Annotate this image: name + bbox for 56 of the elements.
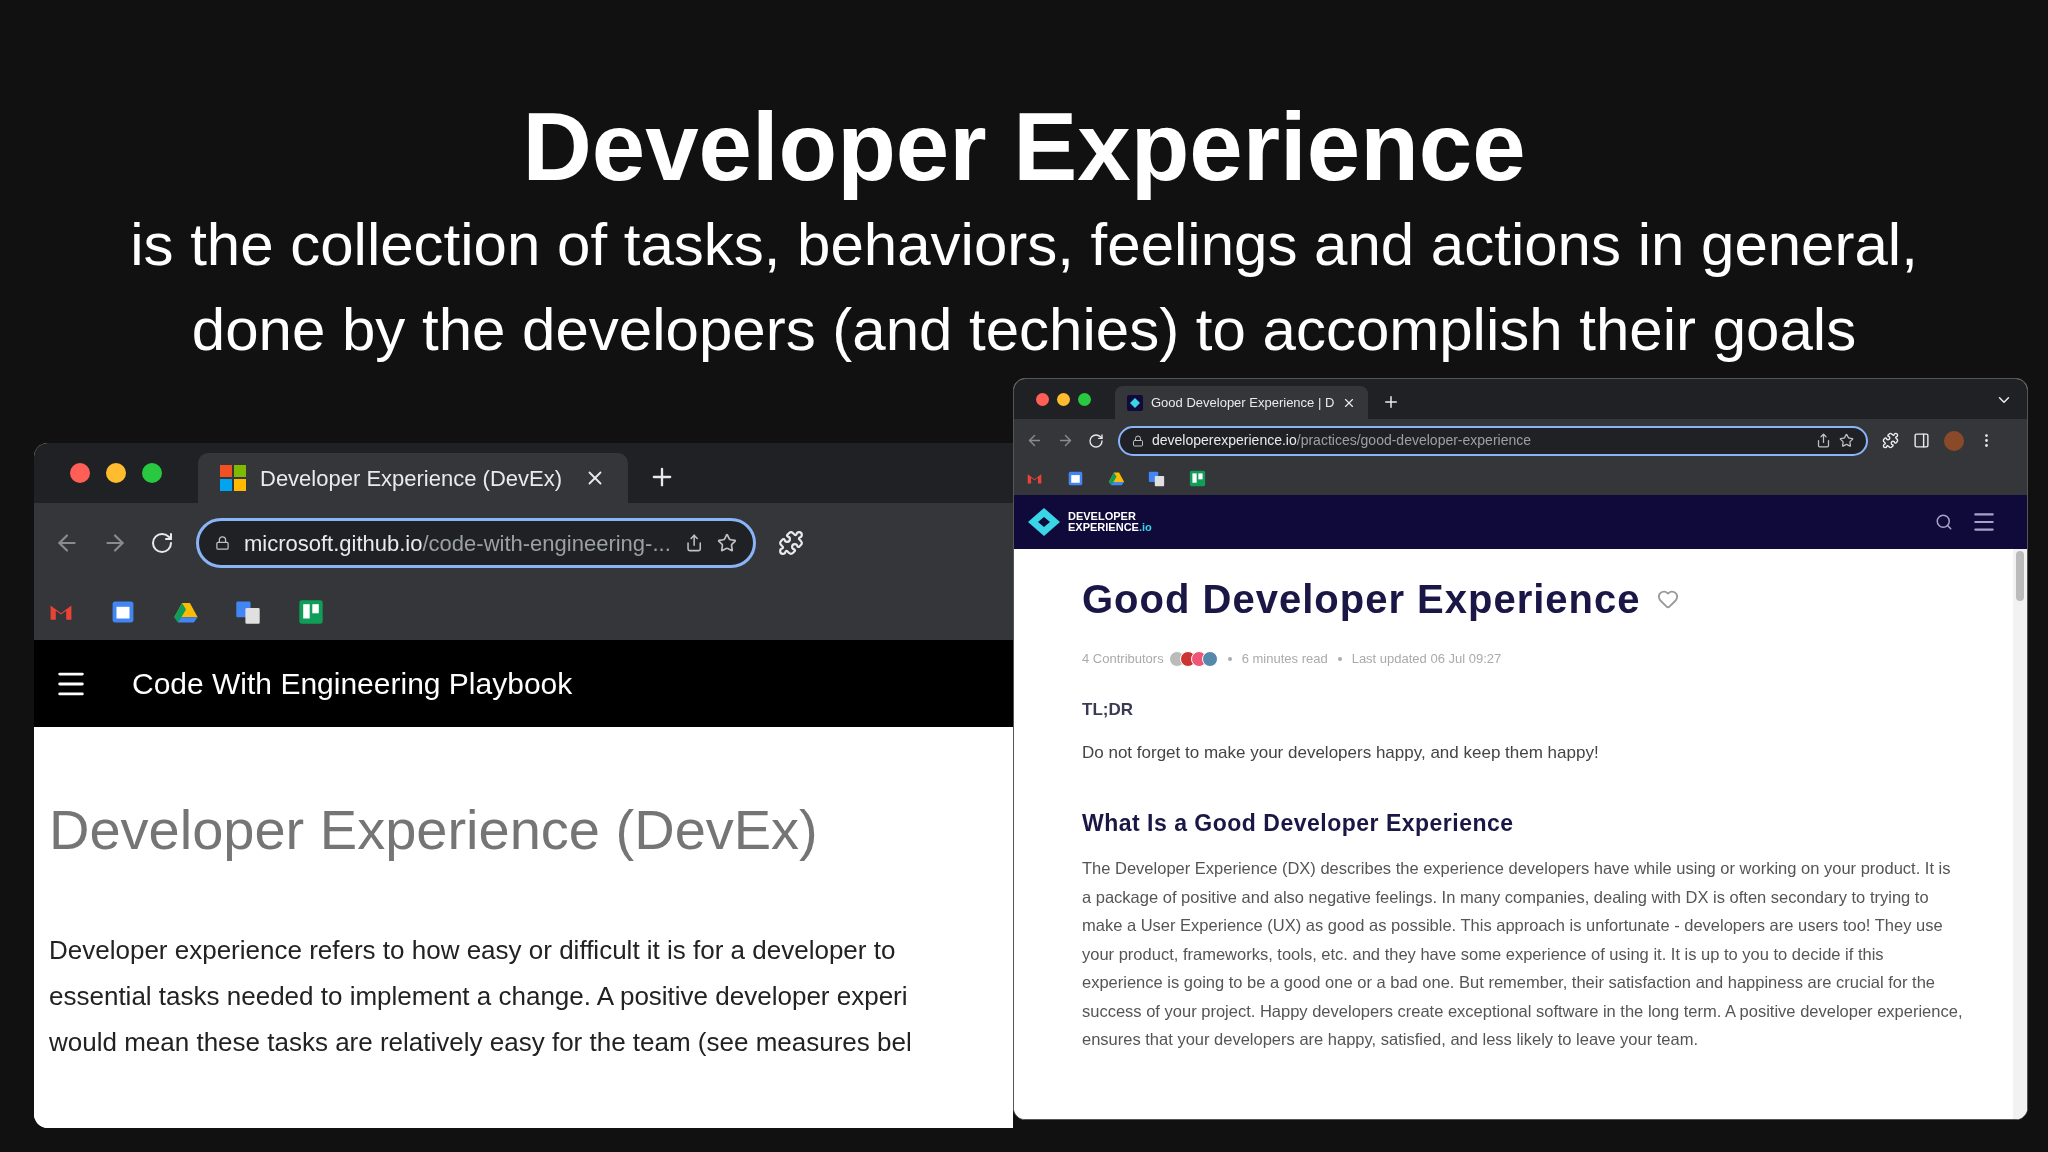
reload-icon[interactable]	[1088, 432, 1104, 449]
translate-bookmark-icon[interactable]	[1148, 470, 1166, 487]
browser-tab[interactable]: Good Developer Experience | D	[1115, 386, 1369, 419]
share-icon[interactable]	[1816, 433, 1831, 448]
section-paragraph: The Developer Experience (DX) describes the experience developers have while using or working on your product. It is a package of positive and also negative feelings. In many companies, dealing with DX is often secondary to trying to make a User Experience (UX) as good as possible. This approach is unfortunate - developers are users too! They use your product, frameworks, tools, etc. and they have some experience of using it. It is up to you to decide if this experience is going to be a good one or a bad one. But remember, their satisfaction and happiness are crucial for the success of your project. Happy developers create exceptional software in the long term. A positive developer experience, ensures that your developers are happy, satisfied, and less likely to leave your team.	[1082, 858, 1963, 1050]
close-window-button[interactable]	[70, 463, 90, 483]
tab-title: Developer Experience (DevEx)	[260, 464, 563, 493]
slide-subtitle: is the collection of tasks, behaviors, feelings and actions in general,	[130, 210, 1918, 280]
bookmark-star-icon[interactable]	[1839, 433, 1854, 448]
page-heading: Developer Experience (DevEx)	[49, 797, 819, 863]
tab-title: Good Developer Experience | D	[1151, 393, 1335, 412]
url-text: developerexperience.io/practices/good-developer-experience	[1152, 431, 1531, 450]
share-icon[interactable]	[684, 532, 704, 554]
board-bookmark-icon[interactable]	[1189, 470, 1207, 487]
favorite-icon[interactable]	[1656, 588, 1679, 610]
browser-tab[interactable]: Developer Experience (DevEx)	[198, 453, 629, 503]
calendar-bookmark-icon[interactable]	[1066, 470, 1084, 487]
logo-text: EXPERIENCE.io	[1068, 522, 1152, 533]
slide-title: Developer Experience	[522, 92, 1526, 202]
contributor-avatar	[1201, 650, 1218, 667]
contributors-count: 4 Contributors	[1082, 650, 1164, 668]
article-title: Good Developer Experience	[1082, 576, 1641, 623]
address-bar[interactable]: microsoft.github.io/code-with-engineering-...	[196, 518, 756, 568]
diamond-icon	[1127, 394, 1143, 411]
side-panel-icon[interactable]	[1913, 432, 1930, 449]
section-heading: What Is a Good Developer Experience	[1082, 808, 1515, 838]
maximize-window-button[interactable]	[142, 463, 162, 483]
lock-icon	[215, 534, 230, 552]
tldr-label: TL;DR	[1082, 698, 1134, 721]
extensions-icon[interactable]	[778, 530, 804, 556]
last-updated: Last updated 06 Jul 09:27	[1351, 650, 1502, 668]
lock-icon	[1132, 434, 1144, 447]
url-text: microsoft.github.io/code-with-engineering-...	[243, 529, 671, 558]
maximize-window-button[interactable]	[1078, 392, 1091, 406]
paragraph-line: essential tasks needed to implement a change. A positive developer experi	[49, 980, 909, 1013]
minimize-window-button[interactable]	[1057, 392, 1070, 406]
logo-text: DEVELOPER	[1068, 511, 1137, 522]
close-window-button[interactable]	[1036, 392, 1049, 406]
triangle-bookmark-icon[interactable]	[1107, 470, 1125, 487]
search-icon[interactable]	[1935, 513, 1953, 531]
extensions-icon[interactable]	[1882, 432, 1899, 449]
diamond-logo-icon	[1028, 508, 1060, 536]
reload-icon[interactable]	[150, 531, 174, 555]
slide-subtitle: done by the developers (and techies) to accomplish their goals	[191, 295, 1857, 365]
forward-icon[interactable]	[1057, 432, 1074, 449]
paragraph-line: Developer experience refers to how easy or difficult it is for a developer to	[49, 934, 897, 967]
back-icon[interactable]	[1026, 432, 1043, 449]
read-time: 6 minutes read	[1241, 650, 1328, 668]
tldr-text: Do not forget to make your developers happy, and keep them happy!	[1082, 742, 1600, 764]
site-title: Code With Engineering Playbook	[132, 666, 573, 702]
paragraph-line: would mean these tasks are relatively easy for the team (see measures bel	[49, 1026, 913, 1059]
scrollbar-thumb[interactable]	[2016, 551, 2024, 601]
minimize-window-button[interactable]	[106, 463, 126, 483]
four-squares-icon	[220, 465, 246, 491]
board-bookmark-icon[interactable]	[297, 598, 324, 625]
address-bar[interactable]: developerexperience.io/practices/good-developer-experience	[1118, 425, 1868, 456]
